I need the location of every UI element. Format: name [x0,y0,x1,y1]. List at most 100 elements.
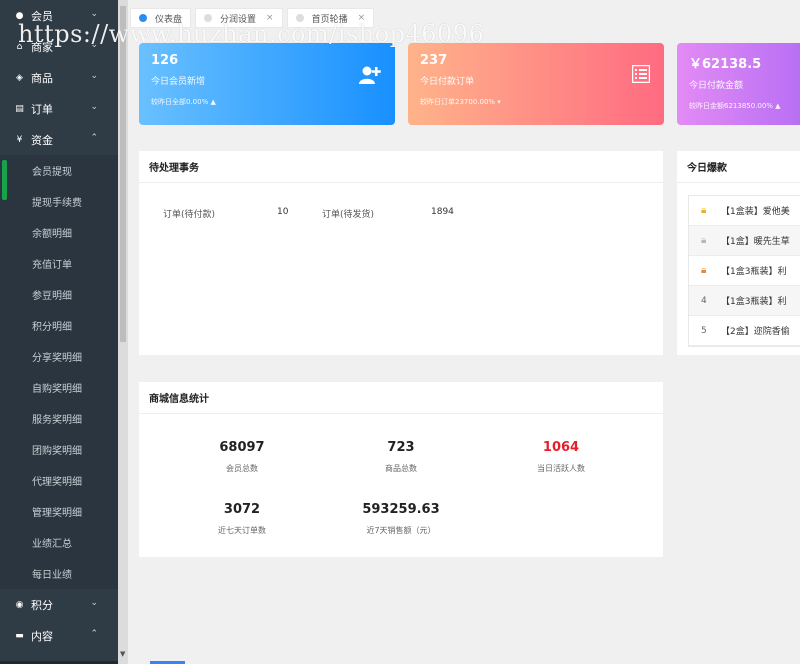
list-icon [631,64,651,88]
stat-label: 今日付款金额 [689,81,744,91]
hot-products-list: 🔒︎ 【1盒装】爱他美 🔒︎ 【1盒】暖先生草 🔒︎ 【1盒3瓶装】利 4 【1… [688,195,800,347]
sidebar-subitem-withdraw-fee[interactable]: 提现手续费 [0,186,118,217]
yen-icon: ¥ [16,134,23,145]
sidebar-item-label: 会员 [31,9,53,23]
metric-total-members: 68097 会员总数 [157,440,327,474]
rank-number: 4 [701,295,707,306]
stat-value: 237 [420,53,448,68]
shop-statistics-panel: 商城信息统计 68097 会员总数 723 商品总数 1064 当日活跃人数 3… [139,382,663,557]
silver-medal-icon: 🔒︎ [701,235,707,246]
chevron-up-icon: ⌃ [90,629,98,639]
close-icon[interactable]: × [358,13,366,23]
scrollbar-thumb[interactable] [120,6,126,342]
todo-label[interactable]: 订单(待付款) [163,207,215,220]
sidebar-subitem-service-reward[interactable]: 服务奖明细 [0,403,118,434]
sidebar-subitem-daily-performance[interactable]: 每日业绩 [0,558,118,589]
tab-profit-settings[interactable]: 分润设置 × [195,8,283,28]
metric-weekly-sales: 593259.63 近7天销售额（元） [316,502,486,536]
sidebar-item-member[interactable]: ● 会员 ⌄ [0,0,118,31]
sidebar-scrollbar[interactable] [118,0,128,664]
stat-compare: 较昨日订单23700.00% ▾ [420,98,501,106]
inactive-dot-icon [204,14,213,22]
sidebar-item-goods[interactable]: ◈ 商品 ⌄ [0,62,118,93]
gold-medal-icon: 🔒︎ [701,205,707,216]
tab-label: 仪表盘 [155,14,183,25]
metric-label: 商品总数 [385,464,417,473]
sidebar-item-order[interactable]: ▤ 订单 ⌄ [0,93,118,124]
metric-value: 593259.63 [362,502,440,517]
sidebar-subitem-group-reward[interactable]: 团购奖明细 [0,434,118,465]
inactive-dot-icon [295,14,304,22]
sidebar-subitem-points-detail[interactable]: 积分明细 [0,310,118,341]
add-user-icon [359,65,381,90]
tab-bar: 仪表盘 分润设置 × 首页轮播 × [130,8,378,30]
sidebar-subitem-withdraw[interactable]: 会员提现 [0,155,118,186]
pending-tasks-panel: 待处理事务 订单(待付款) 10 订单(待发货) 1894 [139,151,663,355]
bronze-medal-icon: 🔒︎ [701,265,707,276]
panel-title: 待处理事务 [139,151,663,183]
chevron-down-icon: ⌄ [90,40,98,50]
metric-value: 68097 [219,440,265,455]
close-icon[interactable]: × [266,13,274,23]
metric-weekly-orders: 3072 近七天订单数 [157,502,327,536]
sidebar-subitem-share-reward[interactable]: 分享奖明细 [0,341,118,372]
metric-label: 近7天销售额（元） [366,526,436,535]
metric-value: 3072 [223,502,261,517]
stat-compare: 较昨日金额6213850.00% ▲ [689,102,781,110]
tab-dashboard[interactable]: 仪表盘 [130,8,192,28]
stat-card-new-members: 126 今日会员新增 较昨日全部0.00% ▲ [139,43,395,125]
tab-label: 分润设置 [220,14,257,25]
list-item[interactable]: 🔒︎ 【1盒装】爱他美 [689,196,800,226]
sidebar-item-label: 积分 [31,598,53,612]
sidebar-subitem-performance-summary[interactable]: 业绩汇总 [0,527,118,558]
sidebar-subitem-self-purchase-reward[interactable]: 自购奖明细 [0,372,118,403]
sidebar-subitem-balance-detail[interactable]: 余额明细 [0,217,118,248]
user-icon: ● [15,10,24,21]
metric-value: 723 [387,440,415,455]
metric-value: 1064 [542,440,580,455]
list-item[interactable]: 5 【2盒】迩院香偷 [689,316,800,346]
scroll-down-arrow-icon[interactable]: ▼ [120,650,125,658]
sidebar-subitem-manage-reward[interactable]: 管理奖明细 [0,496,118,527]
todo-value: 1894 [431,207,454,217]
tab-label: 首页轮播 [311,14,348,25]
list-item[interactable]: 4 【1盒3瓶装】利 [689,286,800,316]
sidebar: ● 会员 ⌄ ⌂ 商家 ⌄ ◈ 商品 ⌄ ▤ 订单 ⌄ ¥ 资金 ⌃ 会员提现 … [0,0,118,664]
sidebar-item-funds[interactable]: ¥ 资金 ⌃ [0,124,118,155]
stat-value: ￥62138.5 [689,57,762,72]
sidebar-item-label: 商品 [31,71,53,85]
sidebar-subitem-recharge-orders[interactable]: 充值订单 [0,248,118,279]
stat-card-paid-orders: 237 今日付款订单 较昨日订单23700.00% ▾ [408,43,664,125]
sidebar-item-label: 内容 [31,629,53,643]
sidebar-item-label: 订单 [31,102,53,116]
stat-label: 今日付款订单 [420,77,475,87]
product-name: 【1盒】暖先生草 [721,237,790,247]
sidebar-subitem-agent-reward[interactable]: 代理奖明细 [0,465,118,496]
active-dot-icon [139,14,147,22]
folder-icon: ▬ [15,630,24,641]
stat-compare: 较昨日全部0.00% ▲ [151,98,216,106]
list-item[interactable]: 🔒︎ 【1盒】暖先生草 [689,226,800,256]
list-item[interactable]: 🔒︎ 【1盒3瓶装】利 [689,256,800,286]
panel-title: 今日爆款 [677,151,800,183]
sidebar-active-indicator [2,160,7,200]
tab-home-carousel[interactable]: 首页轮播 × [286,8,375,28]
stat-label: 今日会员新增 [151,77,206,87]
points-icon: ◉ [15,599,24,610]
chevron-down-icon: ⌄ [90,598,98,608]
panel-title: 商城信息统计 [139,382,663,414]
hot-products-panel: 今日爆款 🔒︎ 【1盒装】爱他美 🔒︎ 【1盒】暖先生草 🔒︎ 【1盒3瓶装】利… [677,151,800,355]
metric-total-goods: 723 商品总数 [316,440,486,474]
chevron-down-icon: ⌄ [90,71,98,81]
todo-label[interactable]: 订单(待发货) [322,207,374,220]
metric-active-users: 1064 当日活跃人数 [476,440,646,474]
home-icon: ⌂ [16,41,23,52]
chevron-up-icon: ⌃ [90,133,98,143]
sidebar-subitem-bean-detail[interactable]: 参豆明细 [0,279,118,310]
product-name: 【2盒】迩院香偷 [721,327,790,337]
sidebar-item-merchant[interactable]: ⌂ 商家 ⌄ [0,31,118,62]
sidebar-item-content[interactable]: ▬ 内容 ⌃ [0,620,118,651]
rank-number: 5 [701,325,707,336]
sidebar-item-points[interactable]: ◉ 积分 ⌄ [0,589,118,620]
metric-label: 近七天订单数 [218,526,266,535]
